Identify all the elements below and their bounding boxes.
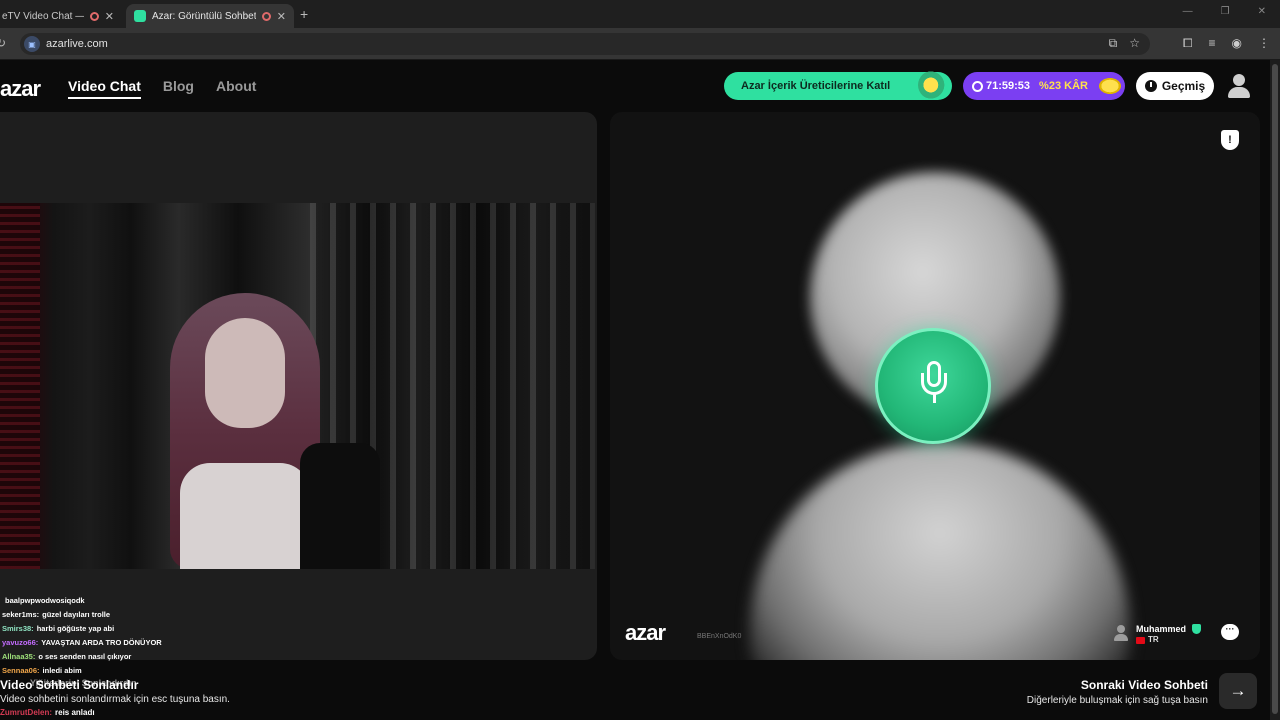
browser-tab-1[interactable]: eTV Video Chat — Ome ✕ [0,4,122,28]
partner-country: TR [1148,635,1159,644]
minimize-icon[interactable]: — [1183,6,1193,17]
promo-discount: %23 KÂR [1039,80,1088,92]
verified-icon [1192,624,1201,634]
browser-tab-2[interactable]: Azar: Görüntülü Sohbet & V ✕ [126,4,294,28]
next-chat-title: Sonraki Video Sohbeti [1080,678,1208,692]
turkey-flag-icon [1136,637,1145,644]
menu-icon[interactable]: ⋮ [1258,36,1270,51]
extensions-icon[interactable]: ⧠ [1183,36,1193,51]
close-tab-icon[interactable]: ✕ [105,10,114,23]
reload-icon[interactable]: ↻ [0,36,6,50]
address-field[interactable]: ▣ azarlive.com ⧉ ☆ [20,33,1150,55]
tab-title: eTV Video Chat — Ome [2,10,84,22]
azar-favicon-icon [134,10,146,22]
chat-line: seker1ms: güzel dayıları trolle [2,610,111,619]
chat-line: yavuzo66: YAVAŞTAN ARDA TRO DÖNÜYOR [2,638,162,647]
clock-icon [972,80,983,92]
recording-icon [261,11,271,21]
azar-page: azar Video Chat Blog About Azar İçerik Ü… [0,60,1270,720]
address-bar-row: ↻ ▣ azarlive.com ⧉ ☆ ⧠ ≡ ◉ ⋮ [0,28,1280,60]
chat-line: Sennaa06: inledi abim [2,666,82,675]
partner-video-panel: ! azar BBEnXnOdK0 Muhammed TR ··· [610,112,1260,660]
page-scrollbar[interactable] [1270,60,1280,720]
watermark-id: BBEnXnOdK0 [697,633,742,640]
next-chat-button[interactable]: → [1219,673,1257,709]
chat-line: Allnaa35: o ses senden nasıl çıkıyor [2,652,132,661]
chat-line: ZumrutDelen: reis anladı [0,708,95,717]
nav-blog[interactable]: Blog [163,78,194,99]
partner-name: Muhammed [1136,624,1187,634]
creator-join-button[interactable]: Azar İçerik Üreticilerine Katıl [724,70,952,100]
partner-avatar-icon [1114,625,1128,641]
site-info-icon[interactable]: ▣ [24,36,40,52]
nav-about[interactable]: About [216,78,256,99]
window-controls: — ❐ ✕ [1183,6,1266,17]
promo-timer: 71:59:53 [986,80,1031,92]
creator-join-label: Azar İçerik Üreticilerine Katıl [741,80,891,92]
coins-icon [1099,78,1121,94]
local-video-panel [0,112,597,660]
overlapping-chat-text: Yiğiterlerini Sonlandırdın [30,678,137,688]
close-tab-icon[interactable]: ✕ [277,10,286,23]
creator-badge-icon [918,70,950,100]
new-tab-icon[interactable]: + [300,6,308,22]
profile-icon[interactable]: ◉ [1232,36,1242,51]
maximize-icon[interactable]: ❐ [1221,6,1230,17]
history-label: Geçmiş [1161,79,1206,93]
microphone-button[interactable] [875,328,991,444]
partner-info[interactable]: Muhammed TR [1114,622,1204,648]
promo-timer-button[interactable]: 71:59:53 %23 KÂR [963,72,1125,100]
chat-bubble-icon[interactable]: ··· [1221,624,1239,640]
browser-toolbar: ⧠ ≡ ◉ ⋮ [1183,36,1270,51]
azar-logo[interactable]: azar [0,76,41,102]
azar-watermark: azar [625,620,666,645]
browser-tab-bar: eTV Video Chat — Ome ✕ Azar: Görüntülü S… [0,0,1280,28]
user-profile-icon[interactable] [1228,74,1250,98]
report-shield-icon[interactable]: ! [1221,130,1239,150]
bookmark-star-icon[interactable]: ☆ [1129,36,1140,51]
chat-line: baalpwpwodwosiqodk [5,596,85,605]
arrow-right-icon: → [1229,681,1247,700]
media-control-icon[interactable]: ≡ [1209,36,1216,51]
end-chat-hint: Video sohbetini sonlandırmak için esc tu… [0,694,230,705]
blurred-avatar-body [750,442,1130,660]
cast-icon[interactable]: ⧉ [1109,36,1118,51]
main-nav: Video Chat Blog About [68,78,256,99]
tab-title: Azar: Görüntülü Sohbet & V [152,10,256,22]
close-window-icon[interactable]: ✕ [1258,6,1266,17]
nav-video-chat[interactable]: Video Chat [68,78,141,99]
chat-line: Smirs38: harbi göğüste yap abi [2,624,115,633]
stream-chat-overlay: baalpwpwodwosiqodk seker1ms: güzel dayıla… [2,594,302,678]
history-clock-icon [1144,80,1157,92]
streamer-video [0,203,595,569]
url-text: azarlive.com [46,38,108,50]
recording-icon [89,11,99,21]
end-chat-title: Video Sohbeti Sonlandır Yiğiterlerini So… [0,678,139,692]
next-chat-hint: Diğerleriyle buluşmak için sağ tuşa bası… [1026,695,1208,706]
history-button[interactable]: Geçmiş [1136,72,1214,100]
